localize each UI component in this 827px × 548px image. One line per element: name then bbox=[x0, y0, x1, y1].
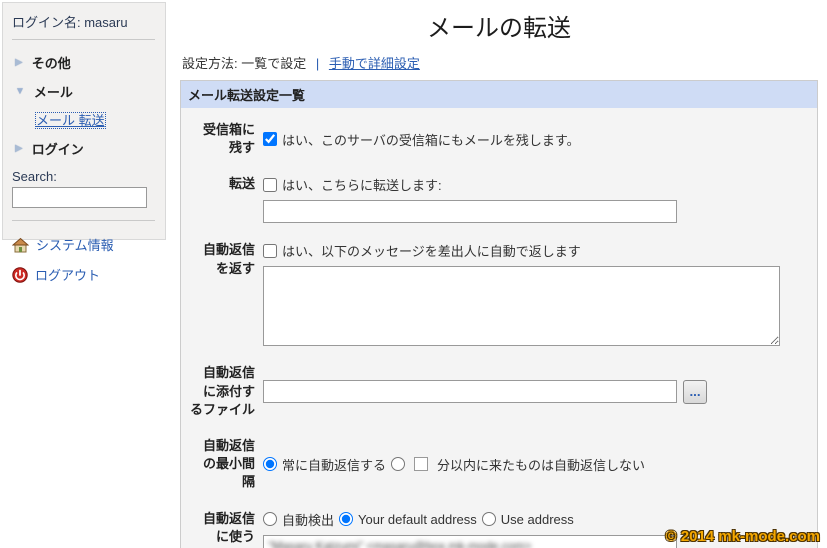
method-current-label: 設定方法: 一覧で設定 bbox=[182, 56, 306, 71]
chevron-right-icon: ▶ bbox=[15, 57, 23, 68]
login-name: ログイン名: masaru bbox=[12, 12, 157, 31]
from-autodetect-radio[interactable] bbox=[263, 512, 277, 526]
forward-checkbox[interactable] bbox=[263, 178, 277, 192]
keep-checkbox-line: はい、このサーバの受信箱にもメールを残します。 bbox=[263, 130, 809, 149]
copyright: © 2014 mk-mode.com bbox=[666, 528, 820, 545]
from-address-input[interactable]: "Masaru Katzumi" <masaru@box.mk-mode.com… bbox=[263, 535, 677, 548]
sidebar-divider bbox=[12, 220, 155, 221]
page-title: メールの転送 bbox=[180, 0, 818, 43]
from-useaddress-label: Use address bbox=[501, 512, 574, 527]
system-info-link[interactable]: システム情報 bbox=[36, 235, 114, 254]
panel-title: メール転送設定一覧 bbox=[181, 81, 817, 108]
file-browse-button[interactable]: ... bbox=[683, 380, 707, 404]
keep-checkbox-label: はい、このサーバの受信箱にもメールを残します。 bbox=[282, 130, 580, 149]
panel-rows: 受信箱に 残す はい、このサーバの受信箱にもメールを残します。 転送 はい、こち… bbox=[181, 108, 817, 548]
sidebar: ログイン名: masaru ▶ その他 ▼ メール メール 転送 ▶ ログイン … bbox=[2, 2, 166, 240]
from-address-value-blurred: "Masaru Katzumi" <masaru@box.mk-mode.com… bbox=[268, 539, 531, 548]
logout-link[interactable]: ログアウト bbox=[35, 265, 100, 284]
row-min-interval: 自動返信 の最小間 隔 常に自動返信する 分以内に来たものは自動返信しない bbox=[187, 428, 809, 501]
interval-radio-group: 常に自動返信する 分以内に来たものは自動返信しない bbox=[263, 455, 809, 474]
interval-always-label: 常に自動返信する bbox=[282, 455, 386, 474]
sidebar-item-other[interactable]: ▶ その他 bbox=[12, 48, 157, 77]
sidebar-link-mail-forward[interactable]: メール 転送 bbox=[36, 113, 105, 128]
row-label: 自動返信 に添付す るファイル bbox=[187, 364, 255, 419]
search-label: Search: bbox=[12, 169, 157, 184]
attachment-file-input[interactable] bbox=[263, 380, 677, 403]
row-attachment: 自動返信 に添付す るファイル ... bbox=[187, 355, 809, 428]
sidebar-item-label: ログイン bbox=[32, 139, 84, 158]
keep-checkbox[interactable] bbox=[263, 132, 277, 146]
sidebar-item-mail[interactable]: ▼ メール bbox=[12, 77, 157, 106]
from-useaddress-radio[interactable] bbox=[482, 512, 496, 526]
page: ログイン名: masaru ▶ その他 ▼ メール メール 転送 ▶ ログイン … bbox=[0, 0, 827, 548]
forward-checkbox-label: はい、こちらに転送します: bbox=[282, 175, 442, 194]
sidebar-submenu: メール 転送 bbox=[12, 106, 157, 134]
row-label: 受信箱に 残す bbox=[187, 121, 255, 157]
row-forward: 転送 はい、こちらに転送します: bbox=[187, 166, 809, 232]
interval-always-radio[interactable] bbox=[263, 457, 277, 471]
interval-timed-radio[interactable] bbox=[391, 457, 405, 471]
row-label: 自動返信 を返す bbox=[187, 241, 255, 277]
row-label: 転送 bbox=[187, 175, 255, 193]
row-keep-in-inbox: 受信箱に 残す はい、このサーバの受信箱にもメールを残します。 bbox=[187, 112, 809, 166]
interval-minutes-input[interactable] bbox=[414, 457, 428, 471]
forward-address-input[interactable] bbox=[263, 200, 677, 223]
autoreply-checkbox-line: はい、以下のメッセージを差出人に自動で返します bbox=[263, 241, 809, 260]
logout-row: ログアウト bbox=[12, 259, 157, 289]
row-label: 自動返信 の最小間 隔 bbox=[187, 437, 255, 492]
interval-timed-label: 分以内に来たものは自動返信しない bbox=[437, 455, 645, 474]
power-icon bbox=[12, 267, 28, 283]
mail-forward-panel: メール転送設定一覧 受信箱に 残す はい、このサーバの受信箱にもメールを残します… bbox=[180, 80, 818, 548]
sidebar-divider bbox=[12, 39, 155, 40]
home-icon bbox=[12, 237, 29, 253]
main-content: メールの転送 設定方法: 一覧で設定 | 手動で詳細設定 メール転送設定一覧 受… bbox=[180, 0, 818, 548]
from-default-radio[interactable] bbox=[339, 512, 353, 526]
manual-setting-link[interactable]: 手動で詳細設定 bbox=[329, 56, 420, 71]
sidebar-item-label: メール bbox=[34, 82, 73, 101]
search-input[interactable] bbox=[12, 187, 147, 208]
row-label: 自動返信 に使う From: bbox=[187, 510, 255, 548]
forward-checkbox-line: はい、こちらに転送します: bbox=[263, 175, 809, 194]
chevron-right-icon: ▶ bbox=[15, 143, 23, 154]
system-info-row: システム情報 bbox=[12, 229, 157, 259]
sidebar-item-login[interactable]: ▶ ログイン bbox=[12, 134, 157, 163]
autoreply-checkbox[interactable] bbox=[263, 244, 277, 258]
from-radio-group: 自動検出 Your default address Use address bbox=[263, 510, 809, 529]
from-default-label: Your default address bbox=[358, 512, 477, 527]
autoreply-checkbox-label: はい、以下のメッセージを差出人に自動で返します bbox=[282, 241, 581, 260]
sidebar-item-label: その他 bbox=[32, 53, 71, 72]
setting-method-line: 設定方法: 一覧で設定 | 手動で詳細設定 bbox=[182, 53, 818, 72]
chevron-down-icon: ▼ bbox=[15, 86, 25, 97]
from-autodetect-label: 自動検出 bbox=[282, 510, 334, 529]
autoreply-message-textarea[interactable] bbox=[263, 266, 780, 346]
method-separator: | bbox=[316, 56, 319, 71]
row-autoreply: 自動返信 を返す はい、以下のメッセージを差出人に自動で返します bbox=[187, 232, 809, 355]
